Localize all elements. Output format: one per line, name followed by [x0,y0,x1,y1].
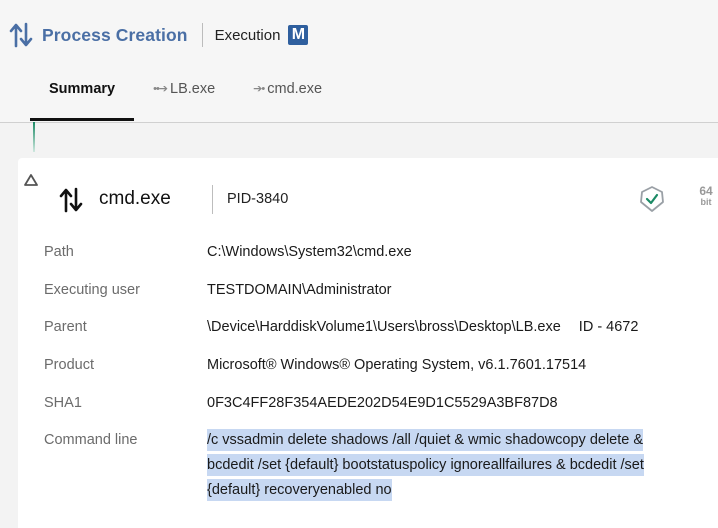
command-line-label: Command line [44,432,138,448]
tab-cmd-exe-label: cmd.exe [267,81,323,97]
tab-bar: Summary ••➔ LB.exe ➔• cmd.exe [30,72,341,122]
tab-lb-exe[interactable]: ••➔ LB.exe [134,72,234,120]
child-process-icon: ➔• [253,83,265,95]
architecture-unit: bit [700,197,712,207]
parent-value: \Device\HarddiskVolume1\Users\bross\Desk… [207,319,687,335]
path-label: Path [44,244,74,260]
tactic-label: Execution [214,26,281,44]
page-title: Process Creation [42,24,188,45]
collapse-triangle-icon[interactable] [24,174,38,186]
parent-path[interactable]: \Device\HarddiskVolume1\Users\bross\Desk… [207,319,561,335]
process-name: cmd.exe [99,188,171,209]
tab-summary-label: Summary [49,81,116,97]
process-pid: PID-3840 [227,191,289,207]
parent-process-icon: ••➔ [153,83,168,95]
verified-shield-icon [640,186,664,212]
executing-user-label: Executing user [44,282,140,298]
sha1-value: 0F3C4FF28F354AEDE202D54E9D1C5529A3BF87D8 [207,395,558,411]
tab-cmd-exe[interactable]: ➔• cmd.exe [234,72,341,120]
tab-lb-exe-label: LB.exe [170,81,216,97]
top-bar: Process Creation Execution M Summary ••➔… [0,0,718,123]
process-detail-card: cmd.exe PID-3840 64 bit Path C:\Windows\… [18,158,718,528]
architecture-badge: 64 bit [694,184,718,208]
header-divider [201,23,203,47]
process-arrows-icon [9,22,33,48]
sha1-label: SHA1 [44,395,82,411]
command-line-value: /c vssadmin delete shadows /all /quiet &… [207,428,677,503]
tab-summary[interactable]: Summary [30,72,135,121]
parent-id: ID - 4672 [578,319,639,335]
header: Process Creation Execution M [8,20,309,50]
parent-label: Parent [44,319,87,335]
path-value: C:\Windows\System32\cmd.exe [207,244,412,260]
mitre-attack-icon[interactable]: M [288,25,309,45]
process-divider [212,185,213,214]
product-label: Product [44,357,94,373]
process-arrows-icon [59,187,83,213]
executing-user-value: TESTDOMAIN\Administrator [207,282,392,298]
product-value: Microsoft® Windows® Operating System, v6… [207,357,587,373]
command-line-text[interactable]: /c vssadmin delete shadows /all /quiet &… [207,429,644,501]
architecture-number: 64 [699,184,713,198]
timeline-connector [33,122,35,152]
